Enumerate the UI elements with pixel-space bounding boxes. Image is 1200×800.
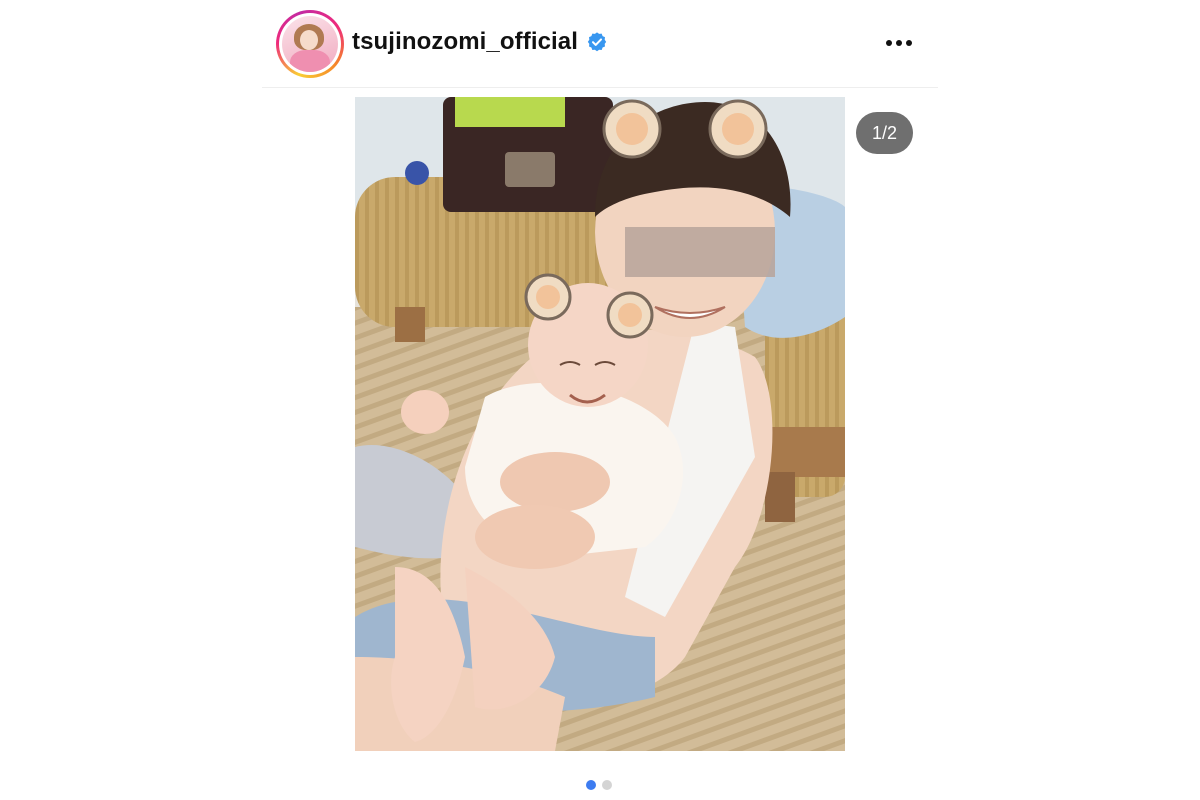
- carousel-dot-active[interactable]: [586, 780, 596, 790]
- instagram-post: tsujinozomi_official 1/2: [0, 0, 1200, 800]
- carousel-dot[interactable]: [602, 780, 612, 790]
- post-photo[interactable]: [355, 97, 845, 751]
- username-link[interactable]: tsujinozomi_official: [352, 28, 578, 56]
- carousel-counter-badge: 1/2: [856, 112, 913, 154]
- carousel-indicator: [586, 780, 612, 790]
- username-row: tsujinozomi_official: [352, 28, 608, 56]
- verified-badge-icon: [586, 31, 608, 53]
- more-horizontal-icon: [886, 40, 912, 46]
- profile-avatar[interactable]: [276, 10, 344, 78]
- post-header: tsujinozomi_official: [262, 8, 938, 88]
- photo-illustration: [355, 97, 845, 751]
- more-options-button[interactable]: [884, 30, 914, 56]
- avatar-photo: [282, 16, 338, 72]
